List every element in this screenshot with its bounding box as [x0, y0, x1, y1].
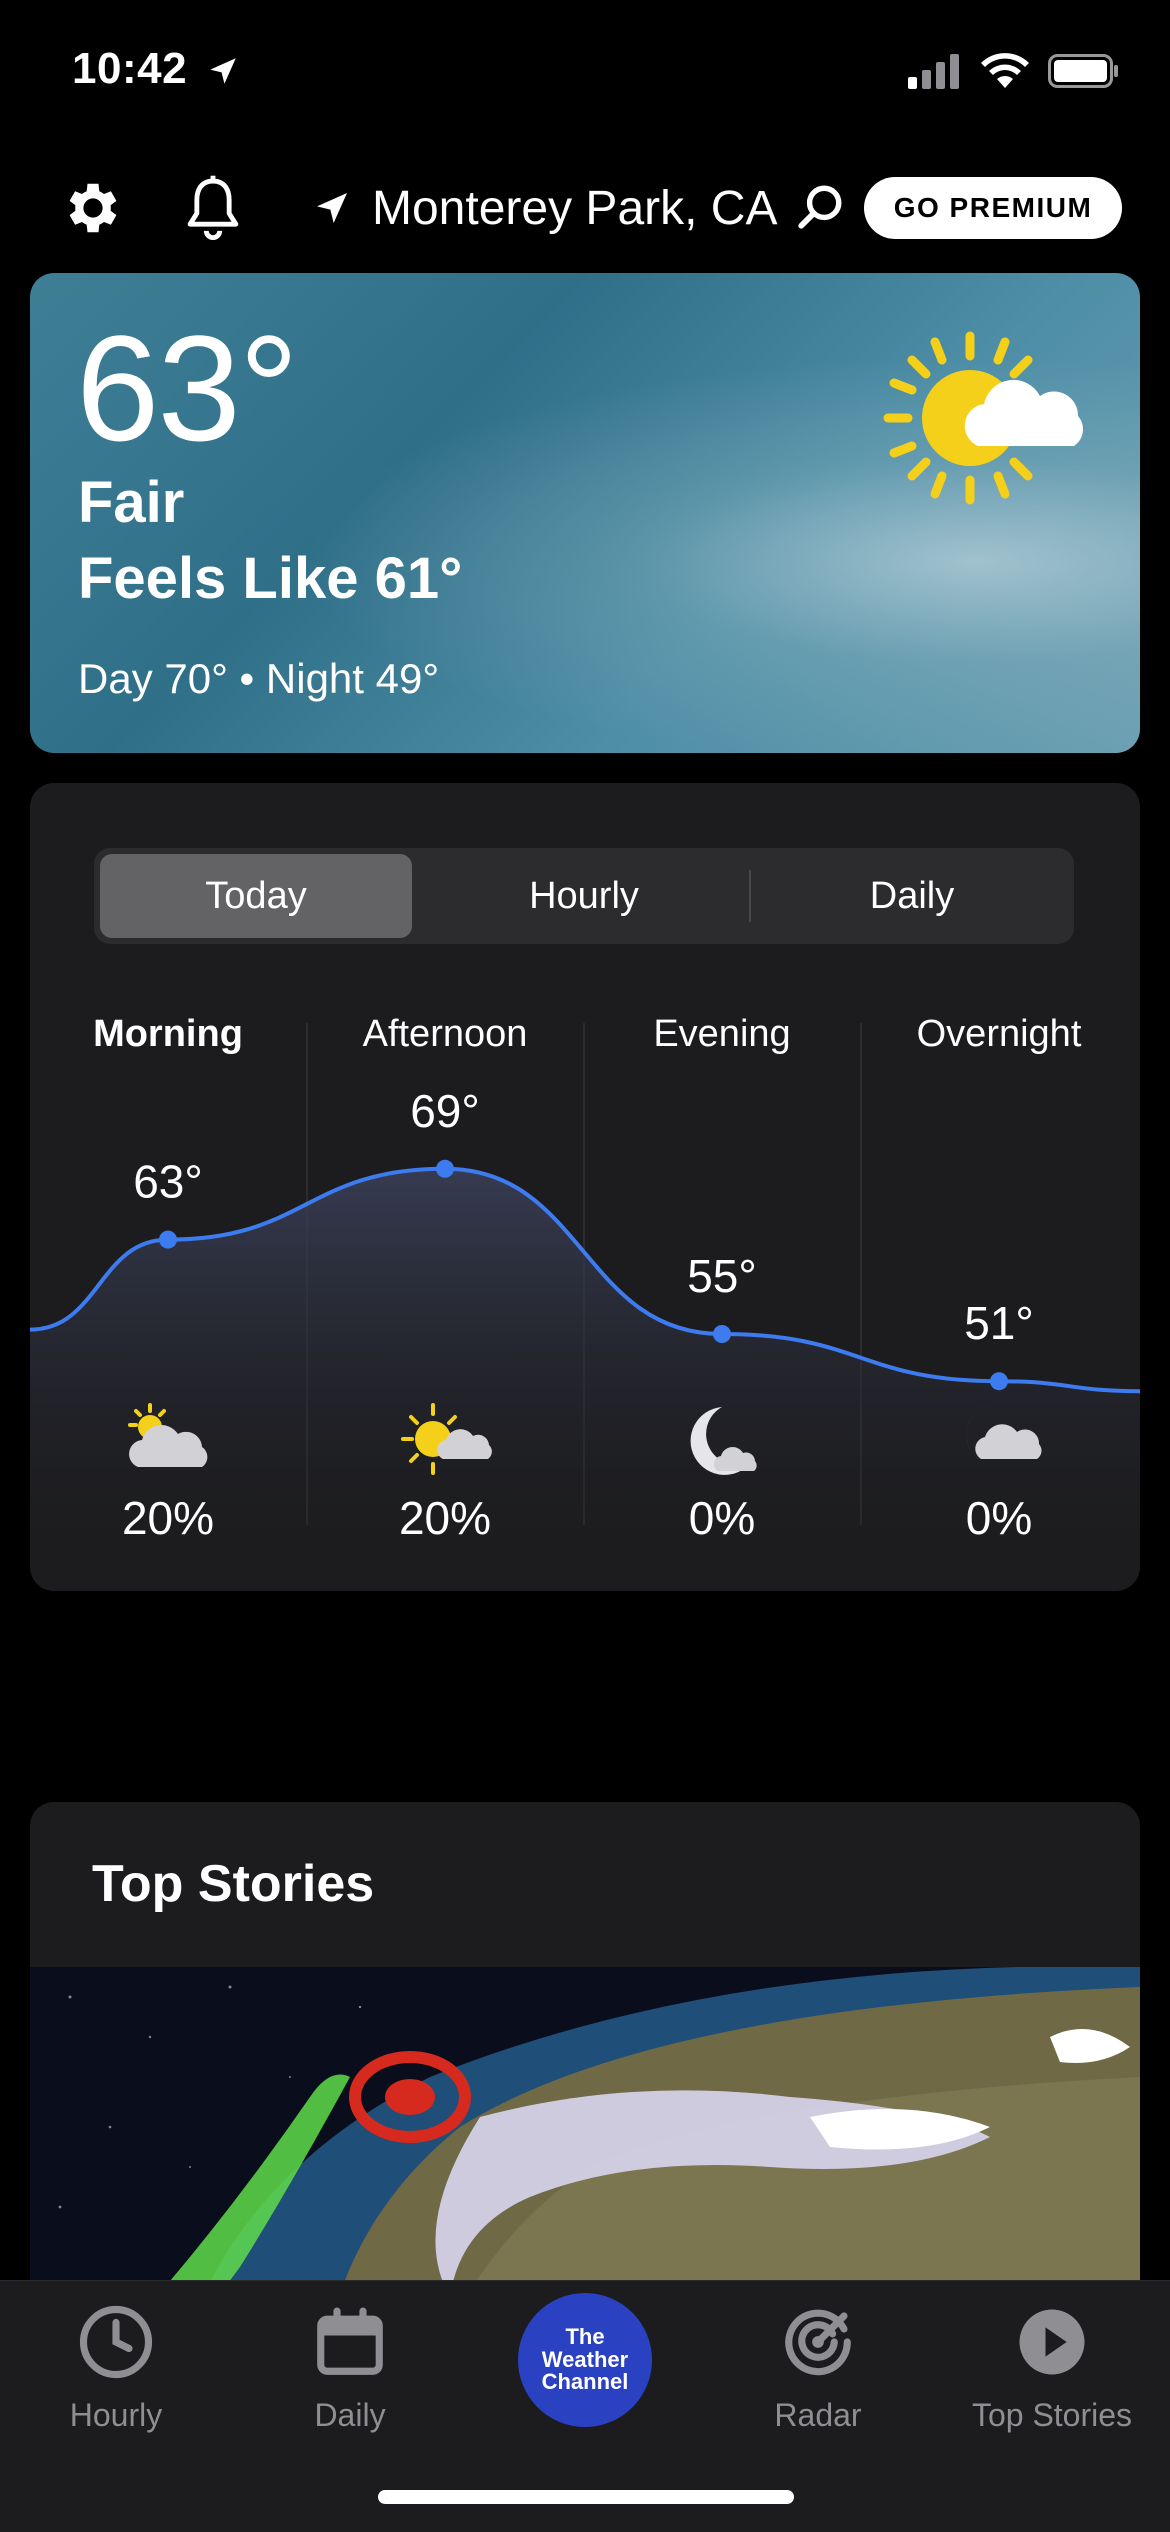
temperature-point: [713, 1325, 731, 1343]
clock-icon: [79, 2305, 153, 2379]
play-icon: [1019, 2309, 1085, 2375]
top-bar: Monterey Park, CA GO PREMIUM: [0, 165, 1170, 265]
temperature-point: [990, 1372, 1008, 1391]
precip-chance-morning: 20%: [121, 1492, 215, 1544]
temperature-point: [436, 1159, 454, 1178]
gear-icon[interactable]: [60, 175, 126, 241]
wifi-icon: [981, 53, 1029, 88]
tab-bar-label: Top Stories: [971, 2397, 1133, 2433]
current-temperature: 63°: [76, 304, 299, 472]
location-name: Monterey Park, CA: [372, 181, 778, 235]
logo-line: The: [565, 2324, 605, 2350]
tab-bar-hourly[interactable]: Hourly: [16, 2303, 216, 2434]
location-arrow-icon: [317, 193, 347, 223]
tab-bar-label: Daily: [314, 2397, 386, 2433]
tab-bar-label: Radar: [774, 2397, 862, 2433]
bell-icon[interactable]: [180, 173, 246, 243]
cellular-signal-icon: [908, 54, 959, 89]
tab-bar-radar[interactable]: Radar: [718, 2303, 918, 2434]
tab-bar-label: Hourly: [69, 2397, 163, 2433]
story-map-image[interactable]: [30, 1967, 1140, 2322]
logo-line: Channel: [541, 2369, 629, 2395]
mostly-sunny-icon: [401, 1403, 492, 1475]
precip-chance-afternoon: 20%: [398, 1492, 492, 1544]
partly-cloudy-night-icon: [966, 1407, 1042, 1466]
top-stories-card[interactable]: Top Stories: [30, 1802, 1140, 2322]
search-icon[interactable]: [795, 182, 845, 232]
feels-like: Feels Like 61°: [78, 546, 463, 611]
period-temperature: 51°: [964, 1297, 1034, 1349]
precip-chance-overnight: 0%: [965, 1492, 1033, 1544]
radar-icon: [785, 2309, 851, 2376]
day-night-temps: Day 70° • Night 49°: [78, 655, 440, 702]
logo-line: Weather: [541, 2346, 629, 2372]
location-selector[interactable]: Monterey Park, CA: [312, 175, 777, 241]
period-temperature: 69°: [410, 1085, 480, 1137]
status-bar: 10:42: [0, 0, 1170, 150]
forecast-card: Today Hourly Daily Morning Afternoon Eve…: [30, 783, 1140, 1591]
period-temperature: 63°: [133, 1156, 203, 1208]
top-stories-title: Top Stories: [92, 1855, 375, 1913]
current-condition: Fair: [78, 470, 185, 535]
current-conditions-card[interactable]: 63° Fair Feels Like 61° Day 70° • Night …: [30, 273, 1140, 753]
calendar-icon: [317, 2307, 383, 2375]
tab-bar-top-stories[interactable]: Top Stories: [952, 2303, 1152, 2434]
partly-sunny-icon: [883, 331, 1084, 505]
precip-chance-evening: 0%: [688, 1492, 756, 1544]
status-indicators: [908, 52, 1120, 90]
temperature-point: [159, 1230, 177, 1249]
tab-bar-daily[interactable]: Daily: [250, 2303, 450, 2434]
status-time: 10:42: [72, 44, 188, 93]
go-premium-button[interactable]: GO PREMIUM: [864, 177, 1122, 239]
partly-cloudy-day-icon: [128, 1403, 208, 1467]
home-indicator: [378, 2490, 794, 2504]
location-arrow-icon: [210, 58, 236, 84]
weather-channel-logo-button[interactable]: The Weather Channel: [518, 2293, 652, 2427]
battery-icon: [1048, 54, 1118, 88]
period-temperature: 55°: [687, 1250, 757, 1302]
clear-night-icon: [690, 1407, 757, 1475]
